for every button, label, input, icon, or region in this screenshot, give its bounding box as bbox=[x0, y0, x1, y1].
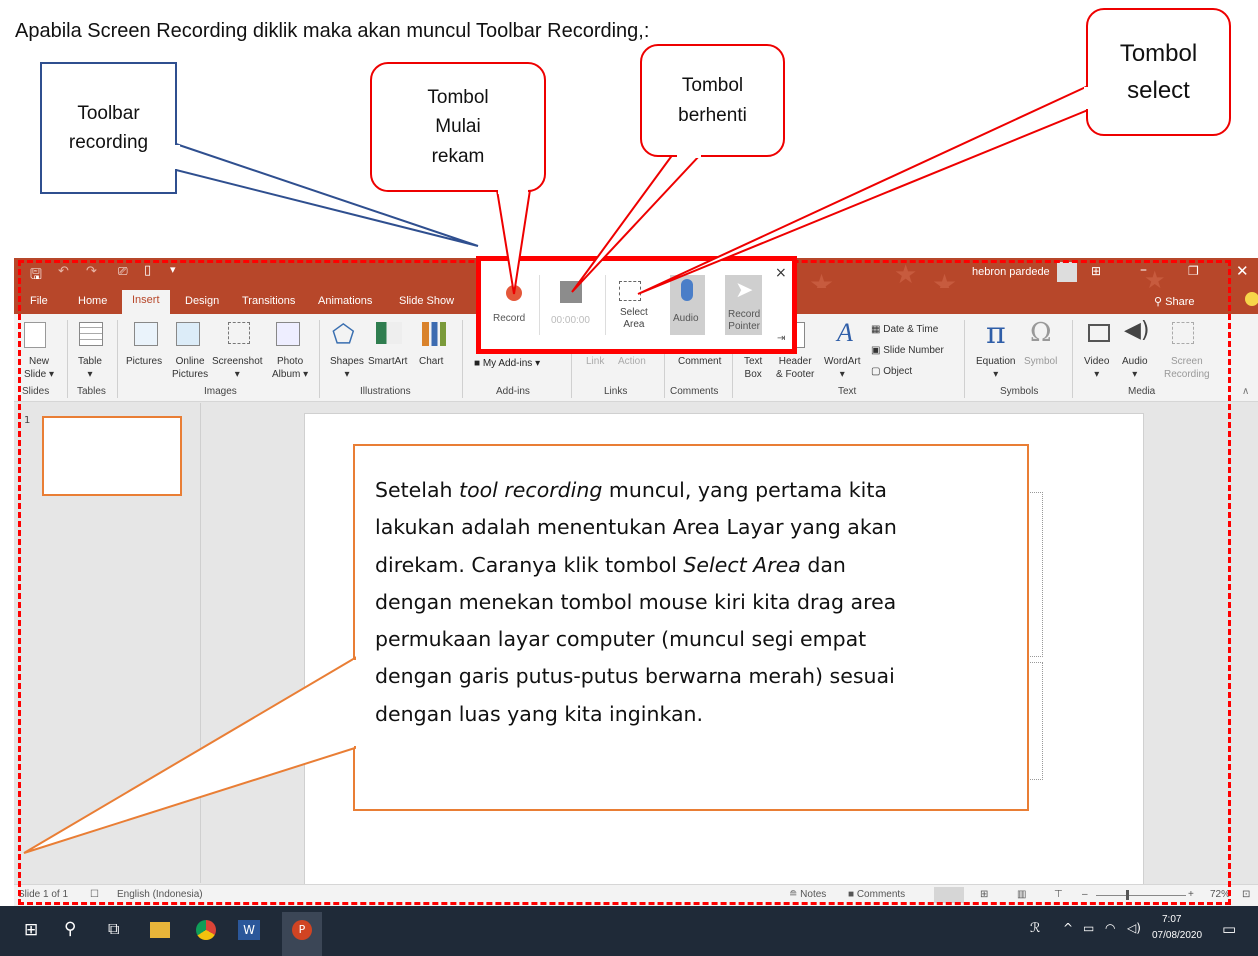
callout-toolbar-recording: Toolbar recording bbox=[40, 62, 177, 194]
info-callout-pointer bbox=[23, 656, 356, 854]
callout-text: Toolbar bbox=[77, 102, 140, 124]
notification-icon[interactable]: ▭ bbox=[1222, 920, 1236, 938]
powerpoint-taskbar-item[interactable]: P bbox=[282, 912, 322, 956]
callout-tombol-mulai: Tombol Mulai rekam bbox=[370, 62, 546, 192]
callout-text: Mulai bbox=[435, 116, 481, 138]
file-explorer-icon[interactable] bbox=[150, 922, 170, 938]
battery-icon[interactable]: ▭ bbox=[1083, 921, 1094, 935]
callout-pointers bbox=[23, 84, 1089, 854]
chrome-icon[interactable] bbox=[196, 920, 216, 940]
word-icon[interactable]: W bbox=[238, 920, 260, 940]
wifi-icon[interactable]: ◠ bbox=[1105, 921, 1115, 935]
clock-date[interactable]: 07/08/2020 bbox=[1152, 930, 1202, 941]
task-view-icon[interactable]: ⧉ bbox=[108, 919, 119, 939]
callout-joint bbox=[1084, 87, 1090, 109]
volume-icon[interactable]: ◁) bbox=[1127, 921, 1141, 935]
callout-text: Tombol bbox=[427, 86, 489, 108]
callout-text: recording bbox=[68, 132, 149, 153]
windows-taskbar: ⊞ ⚲ ⧉ W P ℛ ^ ▭ ◠ ◁) 7:07 07/08/2020 ▭ bbox=[0, 906, 1258, 956]
stop-callout-pointer bbox=[571, 148, 702, 293]
callout-text: rekam bbox=[431, 145, 485, 167]
callout-text: Tombol bbox=[1119, 39, 1198, 67]
callout-tombol-berhenti: Tombol berhenti bbox=[640, 44, 785, 157]
callout-joint bbox=[498, 186, 528, 194]
start-icon[interactable]: ⊞ bbox=[24, 920, 38, 940]
callout-joint bbox=[174, 145, 180, 169]
callout-tombol-select: Tombol select bbox=[1086, 8, 1231, 136]
callout-text: berhenti bbox=[678, 104, 747, 126]
callout-text: select bbox=[1127, 77, 1190, 104]
people-icon[interactable]: ℛ bbox=[1030, 921, 1040, 936]
powerpoint-icon: P bbox=[292, 920, 312, 940]
callout-text: Tombol bbox=[681, 75, 744, 97]
tray-expand-icon[interactable]: ^ bbox=[1063, 921, 1073, 935]
search-icon[interactable]: ⚲ bbox=[64, 919, 76, 939]
callout-joint bbox=[677, 150, 701, 158]
clock-time[interactable]: 7:07 bbox=[1162, 914, 1181, 925]
start-callout-pointer bbox=[495, 189, 532, 295]
